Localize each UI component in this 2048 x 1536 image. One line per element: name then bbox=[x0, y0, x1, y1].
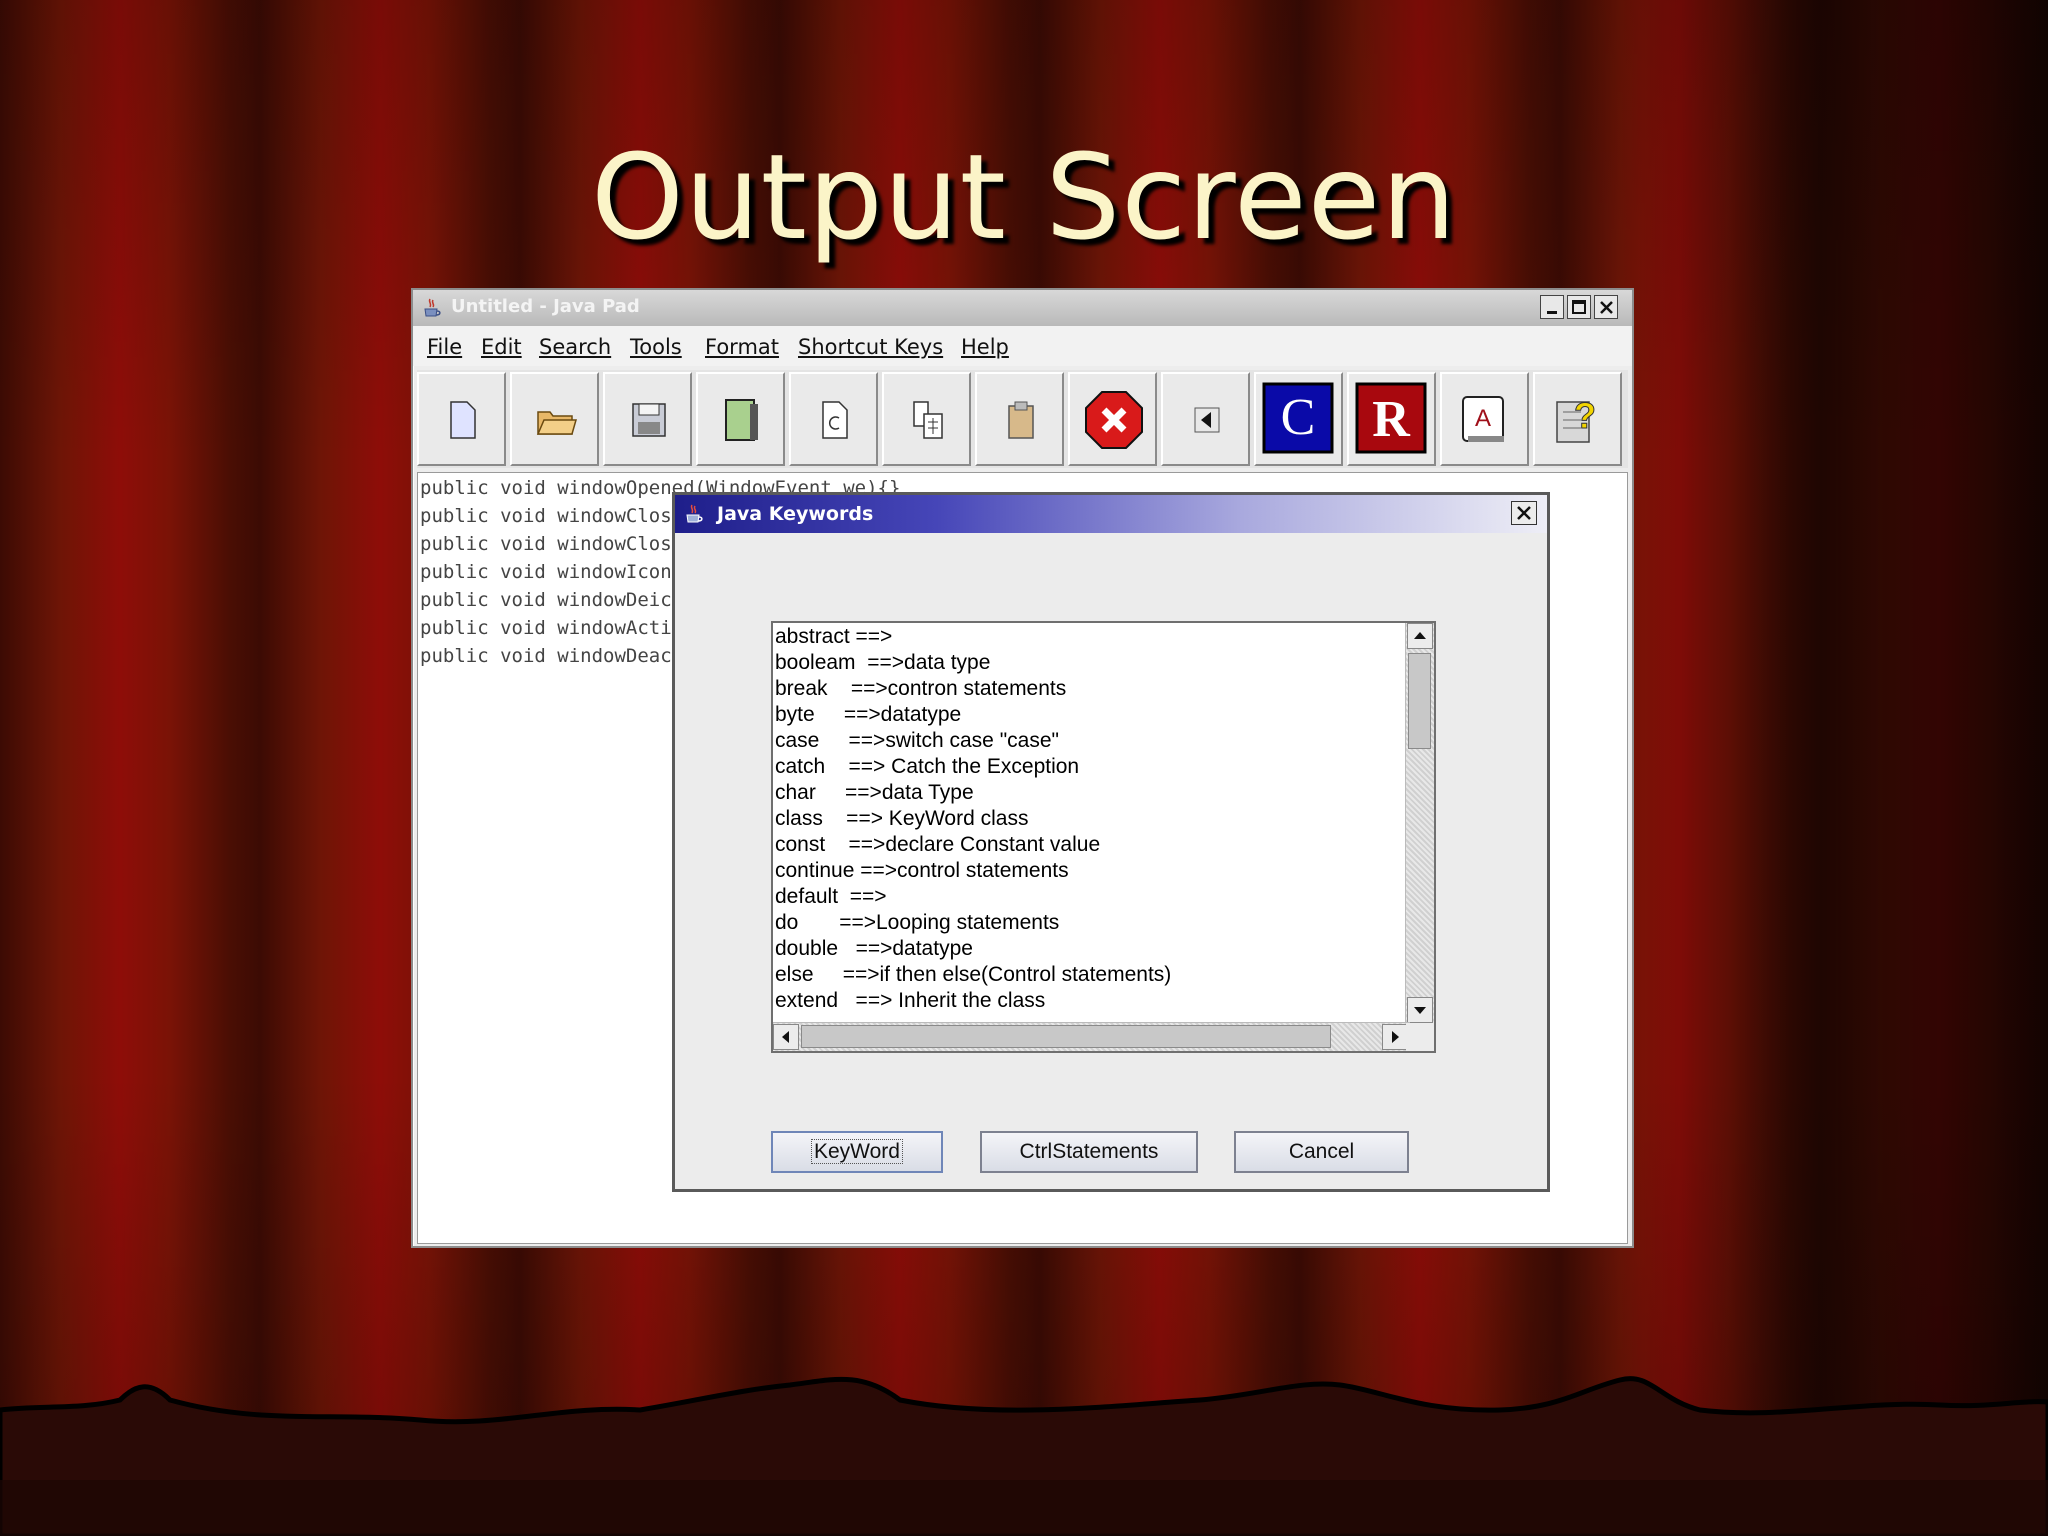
minimize-icon bbox=[1547, 311, 1557, 314]
menu-bar: File Edit Search Tools Format Shortcut K… bbox=[413, 326, 1632, 366]
keyword-button[interactable]: KeyWord bbox=[771, 1131, 943, 1173]
svg-text:C: C bbox=[1281, 389, 1316, 446]
left-arrow-icon bbox=[1194, 407, 1220, 433]
right-arrow-icon bbox=[1392, 1031, 1399, 1043]
list-item[interactable]: byte ==>datatype bbox=[775, 703, 961, 727]
close-document-button[interactable] bbox=[1068, 372, 1157, 466]
help-question-icon: ? bbox=[1556, 395, 1597, 443]
java-cup-icon bbox=[686, 504, 703, 523]
minimize-button[interactable] bbox=[1540, 295, 1564, 319]
refresh-page-button[interactable] bbox=[789, 372, 878, 466]
paste-button[interactable] bbox=[975, 372, 1064, 466]
scroll-up-button[interactable] bbox=[1407, 623, 1433, 649]
menu-file[interactable]: File bbox=[427, 335, 462, 359]
font-a-icon: A bbox=[1462, 396, 1504, 442]
list-item[interactable]: char ==>data Type bbox=[775, 781, 974, 805]
new-file-icon bbox=[450, 401, 476, 439]
new-file-button[interactable] bbox=[417, 372, 506, 466]
c-letter-icon: C bbox=[1262, 382, 1334, 454]
menu-format[interactable]: Format bbox=[705, 335, 779, 359]
scroll-down-button[interactable] bbox=[1407, 997, 1433, 1023]
vertical-scrollbar[interactable] bbox=[1405, 623, 1434, 1025]
svg-text:?: ? bbox=[1574, 395, 1596, 436]
menu-edit[interactable]: Edit bbox=[481, 335, 522, 359]
dialog-title: Java Keywords bbox=[717, 503, 874, 525]
back-button[interactable] bbox=[1161, 372, 1250, 466]
menu-search[interactable]: Search bbox=[539, 335, 611, 359]
code-line: public void windowClosed( bbox=[420, 533, 706, 555]
open-button[interactable] bbox=[510, 372, 599, 466]
list-item[interactable]: const ==>declare Constant value bbox=[775, 833, 1100, 857]
list-item[interactable]: default ==> bbox=[775, 885, 887, 909]
list-item[interactable]: do ==>Looping statements bbox=[775, 911, 1059, 935]
list-item[interactable]: continue ==>control statements bbox=[775, 859, 1069, 883]
list-item[interactable]: catch ==> Catch the Exception bbox=[775, 755, 1079, 779]
list-item[interactable]: extend ==> Inherit the class bbox=[775, 989, 1045, 1013]
up-arrow-icon bbox=[1414, 632, 1426, 639]
help-button[interactable]: ? bbox=[1533, 372, 1622, 466]
list-item[interactable]: booleam ==>data type bbox=[775, 651, 990, 675]
close-red-icon bbox=[1085, 391, 1143, 449]
code-line: public void windowClosing bbox=[420, 505, 706, 527]
copy-button[interactable] bbox=[882, 372, 971, 466]
copy-icon bbox=[913, 401, 943, 439]
java-keywords-dialog: Java Keywords abstract ==> booleam ==>da… bbox=[672, 492, 1550, 1192]
slide-title: Output Screen bbox=[590, 128, 1458, 266]
keyword-list[interactable]: abstract ==> booleam ==>data type break … bbox=[771, 621, 1436, 1053]
ctrl-statements-button[interactable]: CtrlStatements bbox=[980, 1131, 1198, 1173]
maximize-button[interactable] bbox=[1567, 295, 1591, 319]
vertical-scroll-thumb[interactable] bbox=[1408, 653, 1431, 749]
close-button[interactable] bbox=[1594, 295, 1618, 319]
font-button[interactable]: A bbox=[1440, 372, 1529, 466]
horizontal-scroll-thumb[interactable] bbox=[801, 1025, 1331, 1048]
book-button[interactable] bbox=[696, 372, 785, 466]
svg-text:R: R bbox=[1372, 391, 1411, 448]
svg-text:A: A bbox=[1475, 405, 1491, 432]
r-letter-icon: R bbox=[1355, 382, 1427, 454]
book-icon bbox=[725, 399, 758, 441]
menu-tools[interactable]: Tools bbox=[630, 335, 682, 359]
java-cup-icon bbox=[424, 298, 441, 317]
code-line: public void windowDeiconi bbox=[420, 589, 706, 611]
save-disk-icon bbox=[632, 403, 666, 437]
paste-clipboard-icon bbox=[1008, 401, 1034, 439]
scroll-corner bbox=[1406, 1023, 1434, 1051]
menu-help[interactable]: Help bbox=[961, 335, 1009, 359]
refresh-page-icon bbox=[822, 401, 848, 439]
open-folder-icon bbox=[536, 411, 577, 435]
list-item[interactable]: class ==> KeyWord class bbox=[775, 807, 1028, 831]
scroll-right-button[interactable] bbox=[1382, 1024, 1408, 1050]
list-item[interactable]: case ==>switch case "case" bbox=[775, 729, 1059, 753]
list-item[interactable]: double ==>datatype bbox=[775, 937, 973, 961]
toolbar: C R A ? bbox=[417, 370, 1628, 468]
left-arrow-icon bbox=[782, 1031, 789, 1043]
list-item[interactable]: abstract ==> bbox=[775, 625, 892, 649]
cancel-button[interactable]: Cancel bbox=[1234, 1131, 1409, 1173]
list-item[interactable]: break ==>contron statements bbox=[775, 677, 1066, 701]
c-button[interactable]: C bbox=[1254, 372, 1343, 466]
close-icon bbox=[1517, 506, 1531, 520]
maximize-icon bbox=[1572, 300, 1586, 314]
list-item[interactable]: else ==>if then else(Control statements) bbox=[775, 963, 1171, 987]
down-arrow-icon bbox=[1414, 1007, 1426, 1014]
window-title: Untitled - Java Pad bbox=[451, 296, 640, 317]
horizontal-scrollbar[interactable] bbox=[773, 1022, 1410, 1051]
close-icon bbox=[1600, 301, 1613, 314]
r-button[interactable]: R bbox=[1347, 372, 1436, 466]
window-titlebar[interactable]: Untitled - Java Pad bbox=[413, 290, 1632, 326]
save-button[interactable] bbox=[603, 372, 692, 466]
scroll-left-button[interactable] bbox=[773, 1024, 799, 1050]
dialog-titlebar[interactable]: Java Keywords bbox=[675, 495, 1547, 533]
menu-shortcut-keys[interactable]: Shortcut Keys bbox=[798, 335, 943, 359]
dialog-close-button[interactable] bbox=[1511, 501, 1537, 525]
